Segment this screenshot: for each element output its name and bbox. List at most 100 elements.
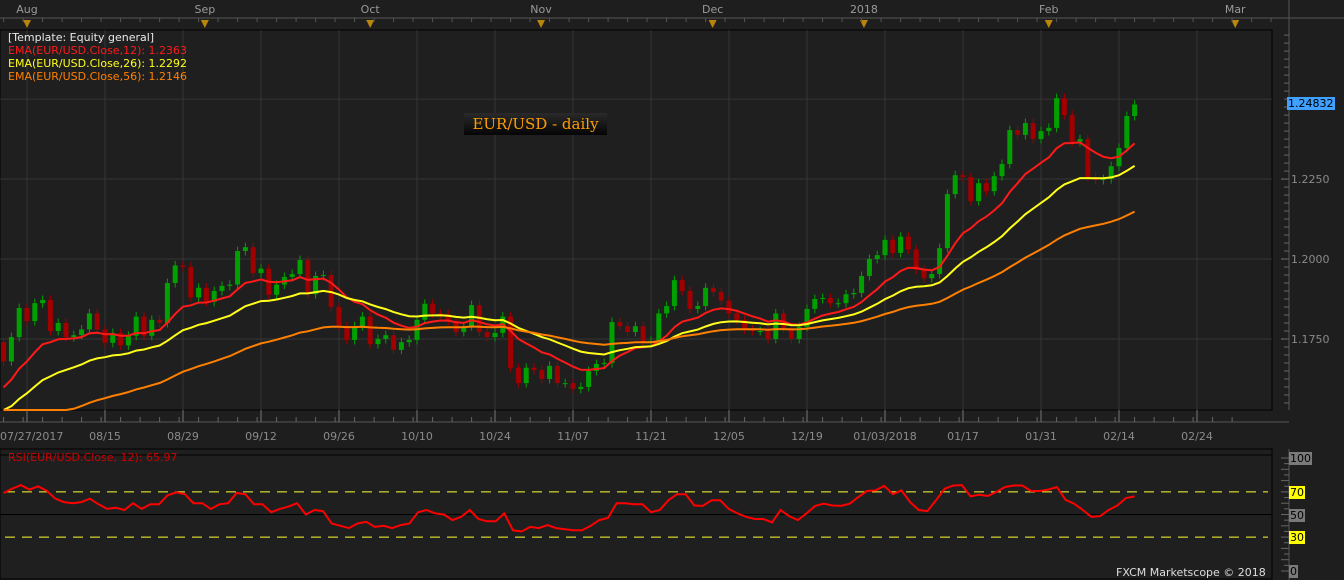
candle-up — [874, 255, 880, 260]
candle-up — [359, 316, 365, 327]
candle-down — [484, 331, 490, 338]
candle-down — [1085, 139, 1091, 178]
date-tick-label: 12/19 — [791, 430, 823, 443]
month-label: Aug — [16, 3, 37, 16]
candle-up — [297, 259, 303, 275]
candle-down — [718, 291, 724, 301]
candle-up — [86, 313, 92, 330]
candle-down — [625, 326, 631, 332]
candle-up — [843, 294, 849, 304]
candle-down — [1, 342, 7, 362]
legend-ema12: EMA(EUR/USD.Close,12): 1.2363 — [8, 44, 188, 57]
candle-down — [640, 326, 646, 343]
candle-up — [851, 292, 857, 295]
month-label: 2018 — [850, 3, 878, 16]
candle-up — [1007, 130, 1013, 165]
candle-up — [586, 370, 592, 387]
candle-up — [952, 175, 958, 195]
copyright-footer: FXCM Marketscope © 2018 — [1116, 566, 1266, 579]
date-tick-label: 09/12 — [245, 430, 277, 443]
date-tick-label: 01/31 — [1025, 430, 1057, 443]
candle-up — [609, 322, 615, 363]
candle-down — [1069, 115, 1075, 142]
candle-up — [40, 299, 46, 304]
current-price-badge: 1.24832 — [1287, 97, 1335, 110]
candle-down — [515, 367, 521, 384]
candle-down — [539, 370, 545, 379]
candle-down — [913, 249, 919, 270]
candle-up — [578, 386, 584, 389]
date-tick-label: 12/05 — [713, 430, 745, 443]
main-plot-frame — [0, 29, 1273, 411]
candle-down — [94, 313, 100, 330]
date-tick-label: 01/17 — [947, 430, 979, 443]
candle-down — [391, 335, 397, 350]
candle-down — [983, 183, 989, 192]
rsi-tick-label: 30 — [1289, 531, 1305, 545]
candle-up — [320, 275, 326, 277]
candle-down — [63, 322, 69, 338]
candle-up — [352, 326, 358, 340]
candle-down — [367, 316, 373, 345]
date-tick-label: 11/07 — [557, 430, 589, 443]
candle-down — [531, 367, 537, 371]
candle-up — [219, 285, 225, 292]
month-label: Nov — [530, 3, 552, 16]
candle-up — [523, 367, 529, 384]
candle-down — [679, 280, 685, 292]
candle-down — [47, 299, 53, 331]
candle-up — [172, 265, 178, 284]
template-label: [Template: Equity general] — [8, 31, 155, 44]
candle-up — [196, 287, 202, 298]
candle-down — [180, 265, 186, 268]
candle-up — [8, 337, 14, 362]
rsi-tick-label: 100 — [1289, 452, 1312, 465]
candle-down — [734, 313, 740, 320]
candle-down — [710, 287, 716, 292]
candle-up — [547, 365, 553, 379]
candle-up — [703, 287, 709, 307]
price-tick-label: 1.2250 — [1291, 173, 1330, 186]
price-tick-label: 1.2000 — [1291, 253, 1330, 266]
candle-up — [757, 330, 763, 332]
candle-up — [835, 303, 841, 305]
candle-down — [250, 247, 256, 274]
candle-up — [1022, 123, 1028, 135]
candle-up — [258, 268, 264, 274]
candle-up — [601, 362, 607, 364]
candle-down — [1061, 98, 1067, 116]
candle-up — [671, 280, 677, 307]
candle-up — [999, 164, 1005, 177]
candle-up — [664, 306, 670, 314]
date-tick-label: 08/29 — [167, 430, 199, 443]
candle-down — [687, 291, 693, 309]
candle-up — [71, 335, 77, 338]
candle-up — [375, 338, 381, 345]
candle-down — [827, 298, 833, 304]
rsi-tick-label: 50 — [1289, 508, 1305, 522]
date-tick-label: 08/15 — [89, 430, 121, 443]
candle-down — [890, 239, 896, 253]
candle-up — [242, 247, 248, 252]
legend-ema56: EMA(EUR/USD.Close,56): 1.2146 — [8, 70, 188, 83]
candle-up — [492, 332, 498, 338]
candle-down — [437, 313, 443, 315]
candle-up — [235, 251, 241, 285]
candle-up — [1054, 98, 1060, 128]
candle-up — [656, 313, 662, 341]
candle-down — [765, 330, 771, 339]
candle-down — [617, 322, 623, 327]
candle-up — [469, 305, 475, 327]
candle-down — [344, 326, 350, 340]
candle-down — [24, 307, 30, 322]
candle-up — [125, 335, 131, 346]
price-tick-label: 1.1750 — [1291, 333, 1330, 346]
rsi-tick-label: 70 — [1289, 485, 1305, 499]
candle-up — [882, 239, 888, 256]
rsi-tick-label: 0 — [1289, 565, 1298, 578]
date-tick-label: 07/27/2017 — [0, 430, 63, 443]
candle-up — [632, 326, 638, 332]
candle-up — [820, 298, 826, 300]
candle-down — [921, 269, 927, 279]
candle-up — [562, 383, 568, 385]
